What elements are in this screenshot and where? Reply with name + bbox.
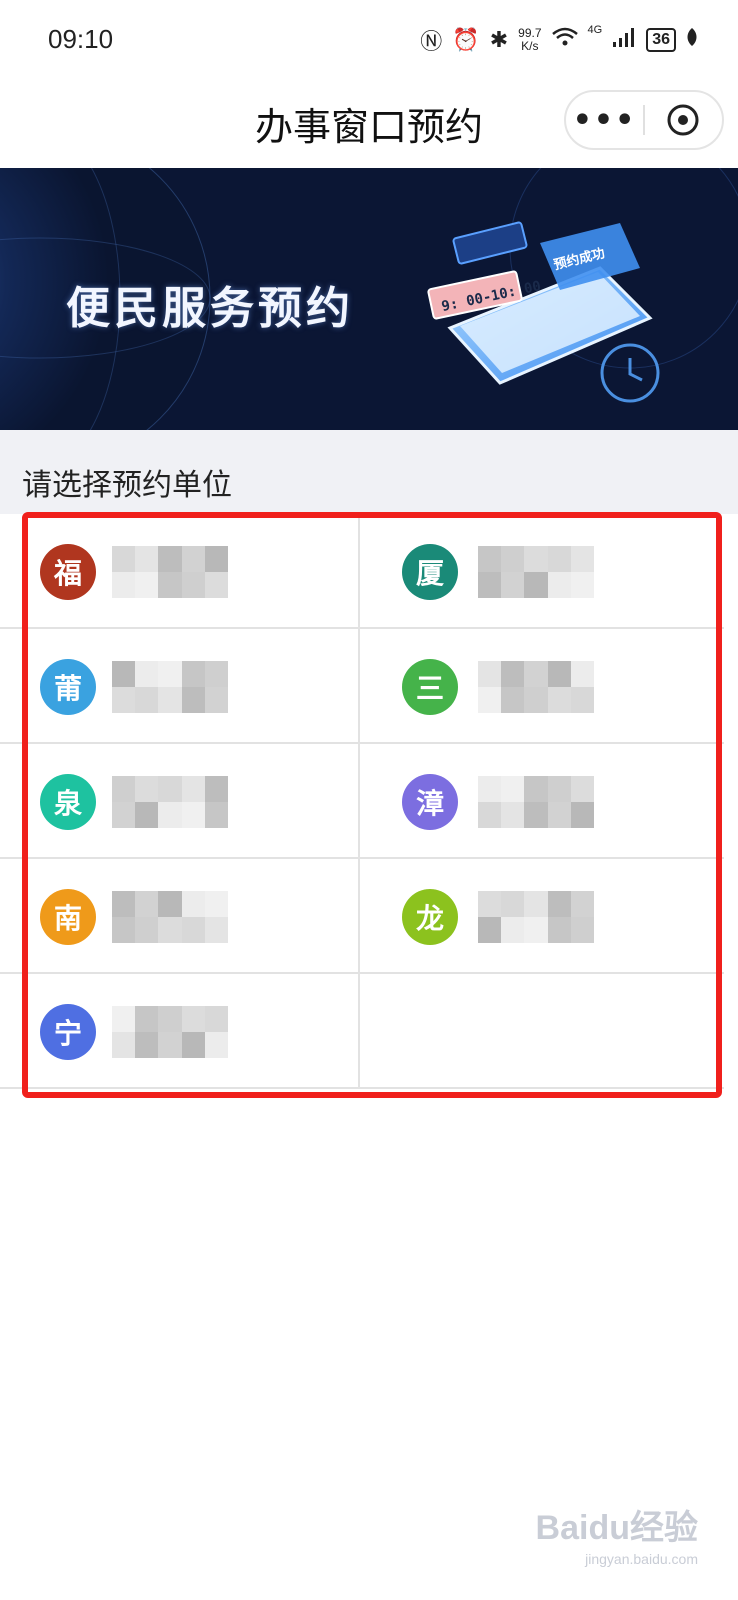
alarm-icon: ⏰ xyxy=(452,27,480,52)
watermark: Baidu经验 jingyan.baidu.com xyxy=(536,1500,698,1567)
unit-grid: 福 厦莆 三泉 漳南 龙宁 xyxy=(0,514,724,1090)
banner[interactable]: 9: 00-10: 00 预约成功 便民服务预约 xyxy=(0,168,738,430)
close-icon xyxy=(667,104,699,136)
watermark-url: jingyan.baidu.com xyxy=(585,1551,698,1567)
unit-item[interactable]: 莆 xyxy=(0,629,360,744)
unit-avatar: 泉 xyxy=(40,774,96,830)
bluetooth-icon: ✱ xyxy=(489,27,509,52)
watermark-logo: Baidu经验 xyxy=(535,1509,698,1547)
unit-avatar: 厦 xyxy=(402,544,458,600)
leaf-icon xyxy=(686,27,698,53)
unit-avatar: 福 xyxy=(40,544,96,600)
unit-name-redacted xyxy=(478,776,594,828)
unit-name-redacted xyxy=(112,546,228,598)
unit-name-redacted xyxy=(478,546,594,598)
status-icons: Ⓝ ⏰ ✱ 99.7 K/s 4G 36 xyxy=(420,24,698,56)
more-icon: ••• xyxy=(572,102,637,138)
unit-name-redacted xyxy=(478,661,594,713)
nav-bar: 办事窗口预约 ••• xyxy=(0,80,738,168)
unit-item[interactable]: 南 xyxy=(0,859,360,974)
unit-item[interactable]: 泉 xyxy=(0,744,360,859)
signal-icon xyxy=(612,26,636,54)
unit-item[interactable]: 宁 xyxy=(0,974,360,1089)
unit-avatar: 南 xyxy=(40,889,96,945)
banner-title: 便民服务预约 xyxy=(66,283,354,334)
unit-item[interactable]: 漳 xyxy=(360,744,724,859)
section-title: 请选择预约单位 xyxy=(22,468,232,503)
unit-avatar: 三 xyxy=(402,659,458,715)
unit-name-redacted xyxy=(478,891,594,943)
speed-unit: K/s xyxy=(521,39,539,53)
unit-name-redacted xyxy=(112,776,228,828)
unit-item[interactable]: 厦 xyxy=(360,514,724,629)
unit-avatar: 龙 xyxy=(402,889,458,945)
unit-name-redacted xyxy=(112,1006,228,1058)
nfc-icon: Ⓝ xyxy=(420,29,443,54)
unit-name-redacted xyxy=(112,891,228,943)
status-time: 09:10 xyxy=(48,24,114,54)
empty-cell xyxy=(360,974,724,1089)
unit-name-redacted xyxy=(112,661,228,713)
unit-avatar: 漳 xyxy=(402,774,458,830)
unit-item[interactable]: 龙 xyxy=(360,859,724,974)
section-header: 请选择预约单位 xyxy=(0,430,738,514)
network-type: 4G xyxy=(587,24,603,36)
close-button[interactable] xyxy=(645,92,722,148)
network-speed: 99.7 K/s xyxy=(518,27,541,53)
battery-indicator: 36 xyxy=(646,28,676,52)
unit-item[interactable]: 三 xyxy=(360,629,724,744)
more-button[interactable]: ••• xyxy=(566,92,643,148)
unit-avatar: 宁 xyxy=(40,1004,96,1060)
unit-avatar: 莆 xyxy=(40,659,96,715)
mini-program-capsule: ••• xyxy=(564,90,724,150)
wifi-icon xyxy=(551,26,578,54)
unit-item[interactable]: 福 xyxy=(0,514,360,629)
status-bar: 09:10 Ⓝ ⏰ ✱ 99.7 K/s 4G 36 xyxy=(0,0,738,80)
